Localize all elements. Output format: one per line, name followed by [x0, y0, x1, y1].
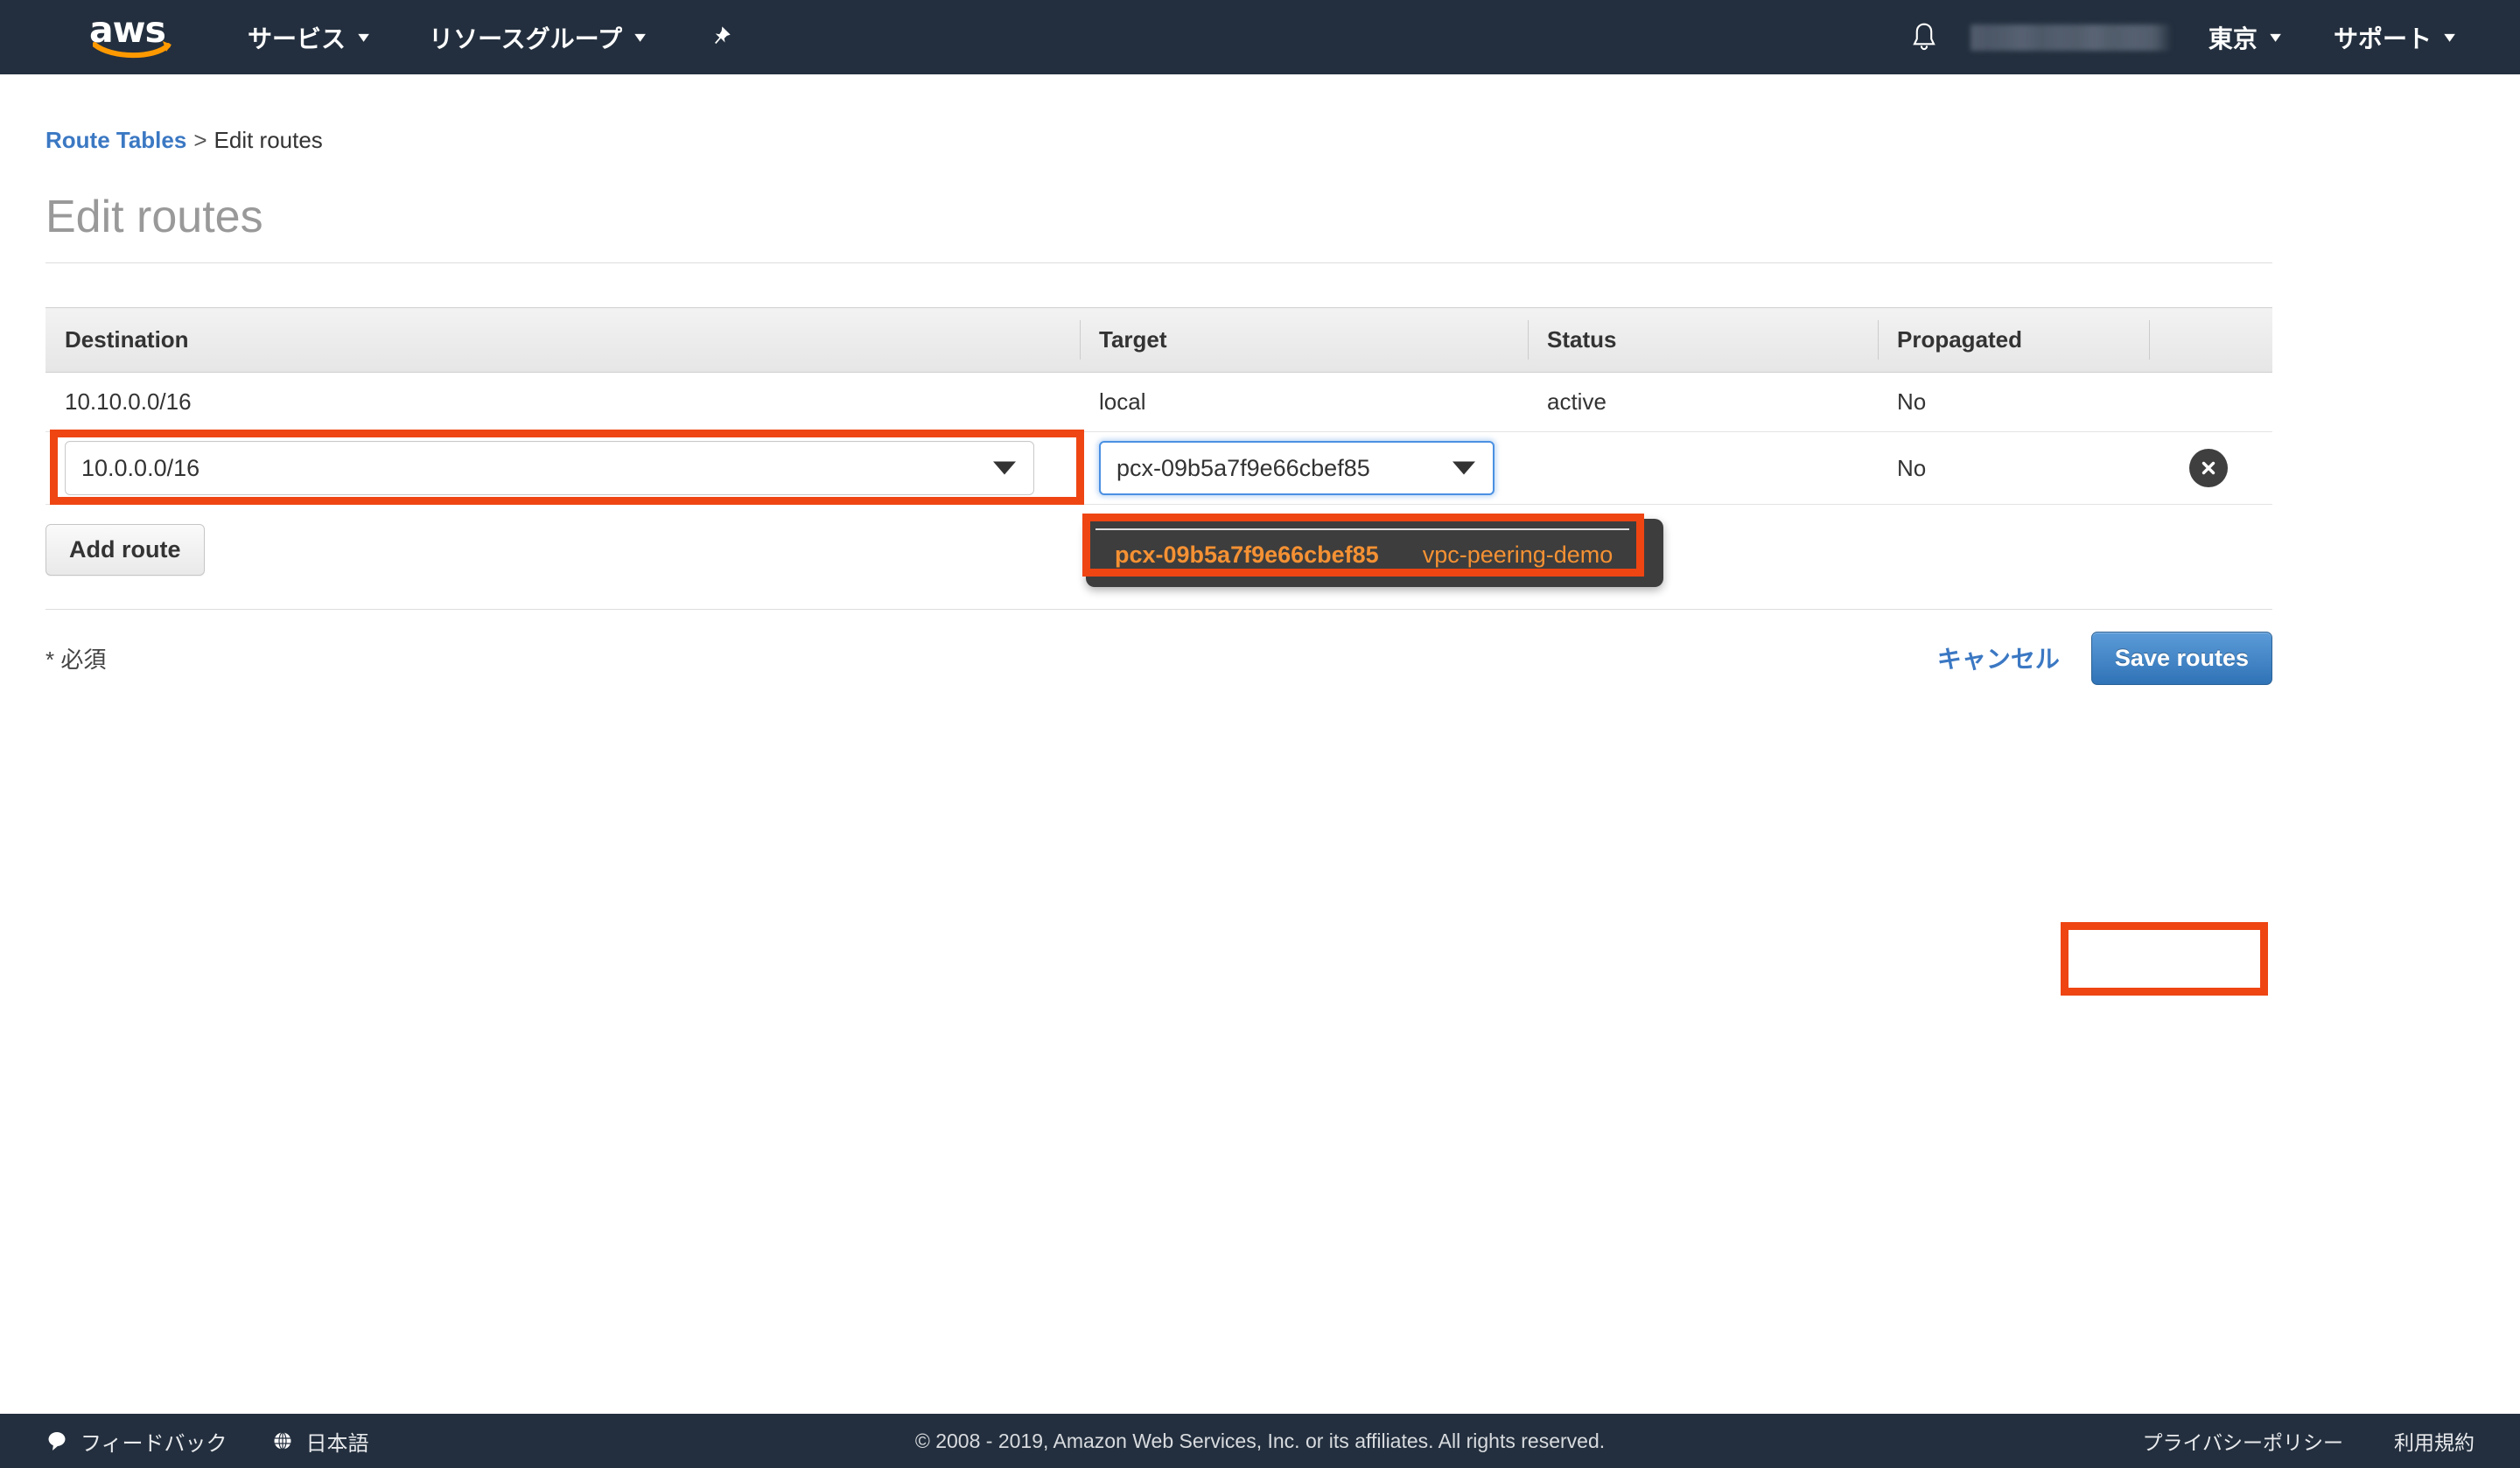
cell-status: active [1528, 373, 1878, 432]
cell-actions-editable [2149, 432, 2272, 505]
target-select[interactable]: pcx-09b5a7f9e66cbef85 [1099, 441, 1494, 495]
nav-resource-groups-menu[interactable]: リソースグループ ▾ [429, 0, 644, 74]
close-icon [2197, 457, 2220, 479]
footer-bar: フィードバック 日本語 © 2008 - 2019, Amazon Web Se… [0, 1414, 2520, 1468]
cancel-link[interactable]: キャンセル [1937, 640, 2060, 675]
chevron-down-icon: ▾ [358, 28, 369, 46]
bell-notification-icon[interactable] [1909, 21, 1939, 54]
target-option-id: pcx-09b5a7f9e66cbef85 [1115, 542, 1379, 569]
breadcrumb: Route Tables > Edit routes [46, 127, 2520, 154]
annotation-box-save-routes [2061, 922, 2268, 996]
routes-table-body: 10.10.0.0/16 local active No 10.0.0.0/16 [46, 373, 2272, 505]
chevron-down-icon: ▾ [634, 28, 646, 46]
aws-smile-icon [93, 39, 173, 59]
nav-left-group: aws サービス ▾ リソースグループ ▾ [0, 0, 733, 74]
header-propagated: Propagated [1878, 308, 2149, 373]
table-header-row: Destination Target Status Propagated [46, 308, 2272, 373]
routes-table-container: Destination Target Status Propagated 10.… [46, 307, 2272, 505]
footer-right-group: プライバシーポリシー 利用規約 [2091, 1426, 2520, 1456]
nav-services-label: サービス [248, 20, 346, 55]
destination-select[interactable]: 10.0.0.0/16 [65, 441, 1034, 495]
cell-destination-editable: 10.0.0.0/16 [46, 432, 1080, 505]
header-destination: Destination [46, 308, 1080, 373]
privacy-policy-link[interactable]: プライバシーポリシー [2142, 1426, 2343, 1456]
copyright-text: © 2008 - 2019, Amazon Web Services, Inc.… [915, 1430, 1605, 1453]
table-row-editable: 10.0.0.0/16 pcx-09b5a7f9e66cbef85 No [46, 432, 2272, 505]
chevron-down-icon [1452, 462, 1475, 475]
target-select-value: pcx-09b5a7f9e66cbef85 [1116, 455, 1370, 482]
cell-target: local [1080, 373, 1528, 432]
page-title: Edit routes [46, 191, 2520, 243]
pin-icon[interactable] [705, 23, 733, 52]
routes-table-head: Destination Target Status Propagated [46, 308, 2272, 373]
nav-right-group: 東京 ▾ サポート ▾ [1909, 0, 2520, 74]
table-row: 10.10.0.0/16 local active No [46, 373, 2272, 432]
save-routes-button[interactable]: Save routes [2091, 632, 2272, 685]
nav-region-menu[interactable]: 東京 ▾ [2208, 0, 2279, 74]
title-divider [46, 262, 2272, 263]
header-target: Target [1080, 308, 1528, 373]
aws-logo[interactable]: aws [88, 15, 179, 60]
chevron-down-icon [993, 462, 1016, 475]
cell-target-editable: pcx-09b5a7f9e66cbef85 [1080, 432, 1528, 505]
header-status: Status [1528, 308, 1878, 373]
main-content: Route Tables > Edit routes Edit routes Des… [0, 74, 2520, 706]
nav-support-menu[interactable]: サポート ▾ [2334, 0, 2454, 74]
terms-of-use-link[interactable]: 利用規約 [2394, 1426, 2474, 1456]
cell-propagated-editable: No [1878, 432, 2149, 505]
chevron-down-icon: ▾ [2270, 28, 2281, 46]
target-option-name: vpc-peering-demo [1423, 542, 1614, 569]
delete-route-button[interactable] [2189, 449, 2228, 487]
add-route-button[interactable]: Add route [46, 524, 205, 576]
breadcrumb-separator: > [193, 127, 206, 153]
required-note: * 必須 [46, 642, 106, 675]
cell-status-editable [1528, 432, 1878, 505]
nav-resource-groups-label: リソースグループ [429, 20, 622, 55]
routes-table: Destination Target Status Propagated 10.… [46, 307, 2272, 505]
header-actions [2149, 308, 2272, 373]
form-actions: キャンセル Save routes [1937, 632, 2272, 685]
form-footer: * 必須 キャンセル Save routes [46, 610, 2272, 706]
nav-support-label: サポート [2334, 20, 2432, 55]
breadcrumb-current: Edit routes [214, 127, 323, 153]
breadcrumb-route-tables-link[interactable]: Route Tables [46, 127, 186, 153]
cell-actions [2149, 373, 2272, 432]
cell-propagated: No [1878, 373, 2149, 432]
target-dropdown-option[interactable]: pcx-09b5a7f9e66cbef85 vpc-peering-demo [1096, 528, 1629, 579]
account-name-redacted[interactable] [1970, 24, 2170, 51]
top-navigation-bar: aws サービス ▾ リソースグループ ▾ 東京 ▾ サポート [0, 0, 2520, 74]
chevron-down-icon: ▾ [2444, 28, 2455, 46]
destination-select-value: 10.0.0.0/16 [81, 455, 200, 482]
cell-destination: 10.10.0.0/16 [46, 373, 1080, 432]
nav-services-menu[interactable]: サービス ▾ [248, 0, 368, 74]
target-dropdown-popup[interactable]: pcx-09b5a7f9e66cbef85 vpc-peering-demo [1086, 519, 1663, 587]
nav-region-label: 東京 [2208, 20, 2258, 55]
